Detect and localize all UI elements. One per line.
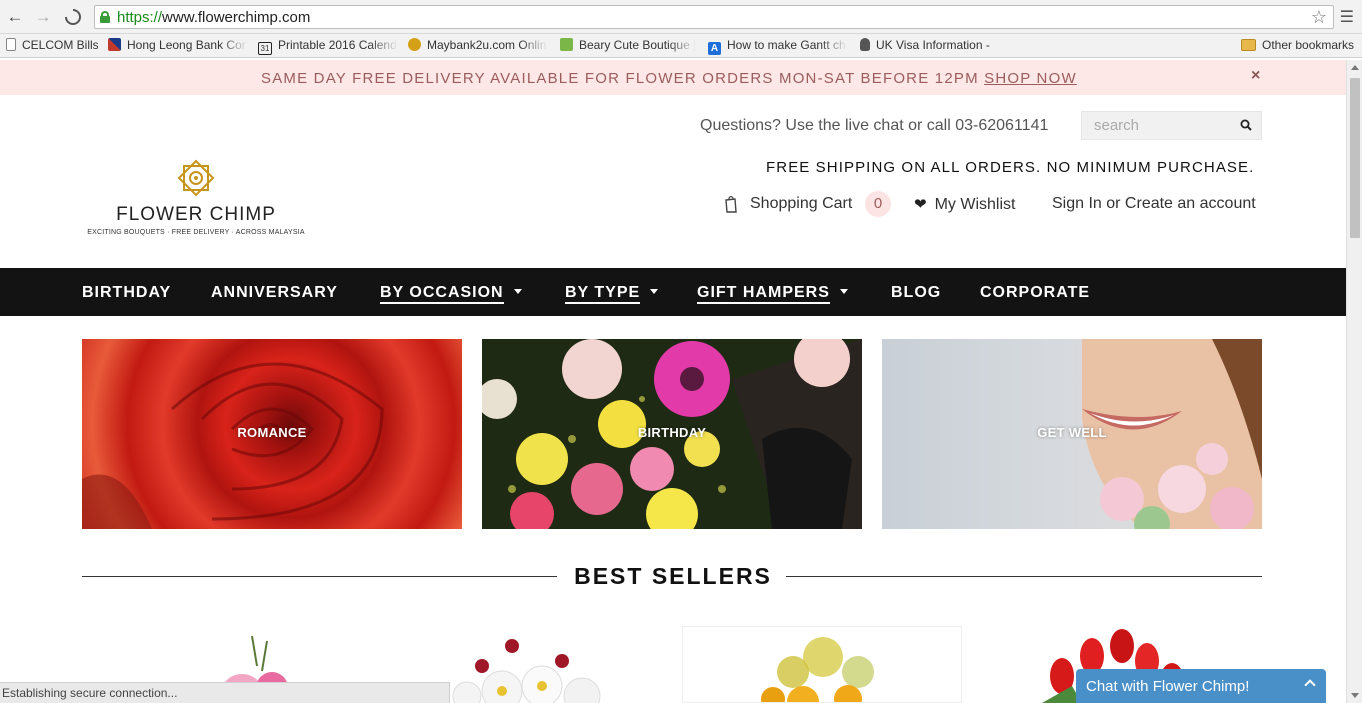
back-arrow-icon[interactable]: ← (4, 6, 26, 28)
bookmark-item[interactable]: A How to make Gantt ch (708, 38, 848, 55)
url-bar[interactable]: https://www.flowerchimp.com ☆ (94, 5, 1334, 29)
site-logo[interactable]: FLOWER CHIMP EXCITING BOUQUETS · FREE DE… (86, 155, 306, 245)
contact-info: Questions? Use the live chat or call 03-… (700, 117, 1049, 134)
wishlist-link[interactable]: ❤ My Wishlist (914, 195, 1015, 214)
other-bookmarks[interactable]: Other bookmarks (1241, 38, 1361, 52)
close-icon[interactable]: × (1251, 67, 1260, 85)
nav-gift-hampers[interactable]: GIFT HAMPERS (697, 284, 848, 304)
tile-label: GET WELL (1037, 425, 1107, 440)
logo-name: FLOWER CHIMP (116, 204, 276, 225)
crest-icon (860, 38, 870, 51)
tile-label: BIRTHDAY (637, 425, 707, 440)
promo-banner: SAME DAY FREE DELIVERY AVAILABLE FOR FLO… (0, 60, 1346, 95)
scroll-down-icon[interactable] (1351, 693, 1359, 698)
product-card[interactable] (682, 626, 962, 703)
loading-icon[interactable] (62, 6, 84, 28)
chevron-up-icon[interactable] (1304, 679, 1316, 691)
logo-emblem-icon (177, 159, 215, 197)
nav-by-type[interactable]: BY TYPE (565, 284, 659, 304)
shopify-icon (560, 38, 573, 51)
cart-label: Shopping Cart (750, 195, 853, 212)
tile-birthday[interactable]: BIRTHDAY (482, 339, 862, 529)
tile-get-well[interactable]: GET WELL (882, 339, 1262, 529)
nav-corporate[interactable]: CORPORATE (980, 284, 1090, 302)
nav-birthday[interactable]: BIRTHDAY (82, 284, 171, 302)
search-icon[interactable] (1240, 119, 1252, 131)
page-icon (6, 38, 16, 51)
nav-anniversary[interactable]: ANNIVERSARY (211, 284, 338, 302)
bookmark-star-icon[interactable]: ☆ (1311, 7, 1327, 28)
bookmark-item[interactable]: CELCOM Bills (6, 38, 98, 52)
shop-now-link[interactable]: SHOP NOW (984, 70, 1077, 87)
caret-down-icon (650, 289, 659, 294)
nav-blog[interactable]: BLOG (891, 284, 941, 302)
nav-by-occasion[interactable]: BY OCCASION (380, 284, 522, 304)
main-nav: BIRTHDAY ANNIVERSARY BY OCCASION BY TYPE… (0, 268, 1346, 316)
page-scrollbar[interactable] (1346, 60, 1362, 703)
cart-count-badge: 0 (865, 191, 891, 217)
shopping-bag-icon (725, 195, 737, 213)
scroll-up-icon[interactable] (1351, 65, 1359, 70)
promo-text: SAME DAY FREE DELIVERY AVAILABLE FOR FLO… (261, 70, 1077, 87)
bookmark-item[interactable]: UK Visa Information - (860, 38, 1000, 52)
calendar-icon: 31 (258, 42, 272, 55)
maybank-icon (408, 38, 421, 51)
logo-tagline: EXCITING BOUQUETS · FREE DELIVERY · ACRO… (87, 229, 305, 236)
bookmark-item[interactable]: 31 Printable 2016 Calend (258, 38, 398, 55)
caret-down-icon (513, 289, 522, 294)
a-icon: A (708, 42, 721, 55)
heart-icon: ❤ (914, 196, 927, 213)
scroll-thumb[interactable] (1350, 78, 1360, 238)
url-text[interactable]: https://www.flowerchimp.com (117, 9, 310, 26)
sign-in-link[interactable]: Sign In or Create an account (1052, 195, 1256, 213)
tile-label: ROMANCE (237, 425, 307, 440)
bookmarks-bar: CELCOM Bills Hong Leong Bank Cor 31 Print… (0, 34, 1362, 58)
tile-romance[interactable]: ROMANCE (82, 339, 462, 529)
lock-icon (100, 11, 110, 23)
chat-widget[interactable]: Chat with Flower Chimp! (1076, 669, 1326, 703)
divider-line (786, 576, 1262, 577)
search-box (1081, 111, 1262, 140)
bookmark-item[interactable]: Hong Leong Bank Cor (108, 38, 248, 52)
caret-down-icon (839, 289, 848, 294)
forward-arrow-icon[interactable]: → (32, 6, 54, 28)
browser-status-bar: Establishing secure connection... (0, 682, 450, 703)
bookmark-item[interactable]: Beary Cute Boutique | (560, 38, 696, 52)
product-image (761, 637, 874, 702)
search-input[interactable] (1082, 112, 1232, 139)
bookmark-item[interactable]: Maybank2u.com Onlin (408, 38, 548, 52)
browser-menu-icon[interactable]: ☰ (1340, 7, 1354, 27)
flag-icon (108, 38, 121, 51)
folder-icon (1241, 39, 1256, 51)
browser-toolbar: ← → https://www.flowerchimp.com ☆ ☰ (0, 0, 1362, 34)
chat-label: Chat with Flower Chimp! (1086, 678, 1250, 695)
free-shipping-notice: FREE SHIPPING ON ALL ORDERS. NO MINIMUM … (766, 159, 1255, 176)
wishlist-label: My Wishlist (934, 196, 1016, 213)
